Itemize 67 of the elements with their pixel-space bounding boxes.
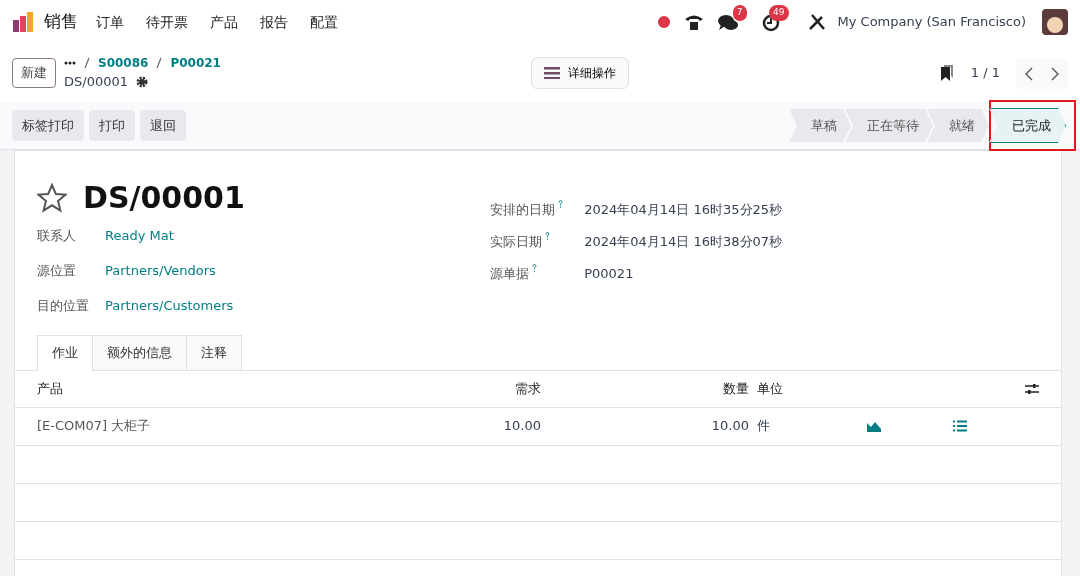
new-button[interactable]: 新建: [12, 58, 56, 88]
record-title: DS/00001: [83, 179, 245, 217]
record-name: DS/00001: [64, 73, 128, 92]
column-header: 单位: [757, 379, 783, 398]
company-name[interactable]: My Company (San Francisco): [837, 12, 1026, 32]
field-value-link[interactable]: Partners/Vendors: [105, 263, 216, 278]
action-button[interactable]: 退回: [140, 109, 186, 142]
table-cell-text: 10.00: [710, 417, 749, 436]
field-label: 联系人: [37, 227, 77, 245]
field-value-link[interactable]: Partners/Customers: [105, 298, 234, 313]
menu-icon: [543, 67, 560, 79]
field-label: 目的位置: [37, 297, 90, 315]
tab[interactable]: 额外的信息: [92, 335, 187, 370]
status-stage[interactable]: 正在等待: [845, 108, 933, 143]
count-badge: 49: [769, 5, 789, 21]
column-header: 产品: [37, 379, 64, 398]
app-logo-icon[interactable]: [12, 11, 34, 33]
chat-icon[interactable]: [717, 13, 738, 32]
breadcrumb-separator-icon: [84, 57, 90, 70]
breadcrumb-link[interactable]: S00086: [98, 54, 149, 73]
breadcrumb-separator-icon: [156, 57, 163, 70]
app-name[interactable]: 销售: [44, 9, 78, 35]
field-value: 2024年04月14日 16时35分25秒: [584, 202, 783, 217]
actions-button[interactable]: 详细操作: [530, 57, 629, 89]
status-stage[interactable]: 草稿: [789, 108, 851, 143]
column-header: 需求: [514, 379, 541, 398]
action-button[interactable]: 标签打印: [12, 109, 84, 142]
field-value: P00021: [584, 266, 634, 281]
field-label: 源单据: [490, 265, 530, 283]
count-badge: 7: [732, 5, 747, 21]
bookmark-icon[interactable]: [938, 64, 955, 82]
table-cell-text: 10.00: [502, 417, 541, 436]
column-settings-icon[interactable]: [1025, 382, 1039, 395]
help-icon[interactable]: [532, 264, 538, 272]
help-icon[interactable]: [558, 200, 564, 208]
menu-item[interactable]: 配置: [310, 11, 338, 33]
field-label: 实际日期: [490, 233, 543, 251]
pager-value: 1 / 1: [970, 64, 1000, 83]
list-icon[interactable]: [953, 420, 967, 432]
breadcrumb-link[interactable]: P00021: [170, 54, 221, 73]
status-stage[interactable]: 就绪: [927, 108, 989, 143]
star-icon[interactable]: [37, 182, 67, 213]
menu-item[interactable]: 产品: [210, 11, 238, 33]
status-stage[interactable]: 已完成: [989, 107, 1066, 144]
phone-icon[interactable]: [683, 13, 704, 31]
chevron-right-icon: [1051, 66, 1059, 81]
table-cell-text: [E-COM07] 大柜子: [37, 417, 152, 436]
help-icon[interactable]: [545, 232, 551, 240]
field-label: 安排的日期: [490, 201, 556, 219]
tab[interactable]: 注释: [186, 335, 242, 370]
more-icon[interactable]: [64, 61, 76, 66]
menu-item[interactable]: 报告: [260, 11, 288, 33]
field-value-link[interactable]: Ready Mat: [105, 228, 174, 243]
chevron-left-icon: [1025, 66, 1033, 81]
menu-item[interactable]: 订单: [96, 11, 124, 33]
clock-icon[interactable]: [761, 13, 780, 32]
field-value: 2024年04月14日 16时38分07秒: [584, 234, 783, 249]
column-header: 数量: [722, 379, 749, 398]
tab[interactable]: 作业: [37, 335, 93, 371]
table-cell-text: 件: [757, 417, 771, 436]
area-chart-icon[interactable]: [867, 420, 881, 432]
field-label: 源位置: [37, 262, 77, 280]
gear-icon[interactable]: [136, 76, 148, 88]
action-button[interactable]: 打印: [89, 109, 135, 142]
menu-item[interactable]: 待开票: [146, 11, 188, 33]
avatar-icon[interactable]: [1042, 9, 1068, 35]
status-dot-icon[interactable]: [657, 16, 670, 28]
